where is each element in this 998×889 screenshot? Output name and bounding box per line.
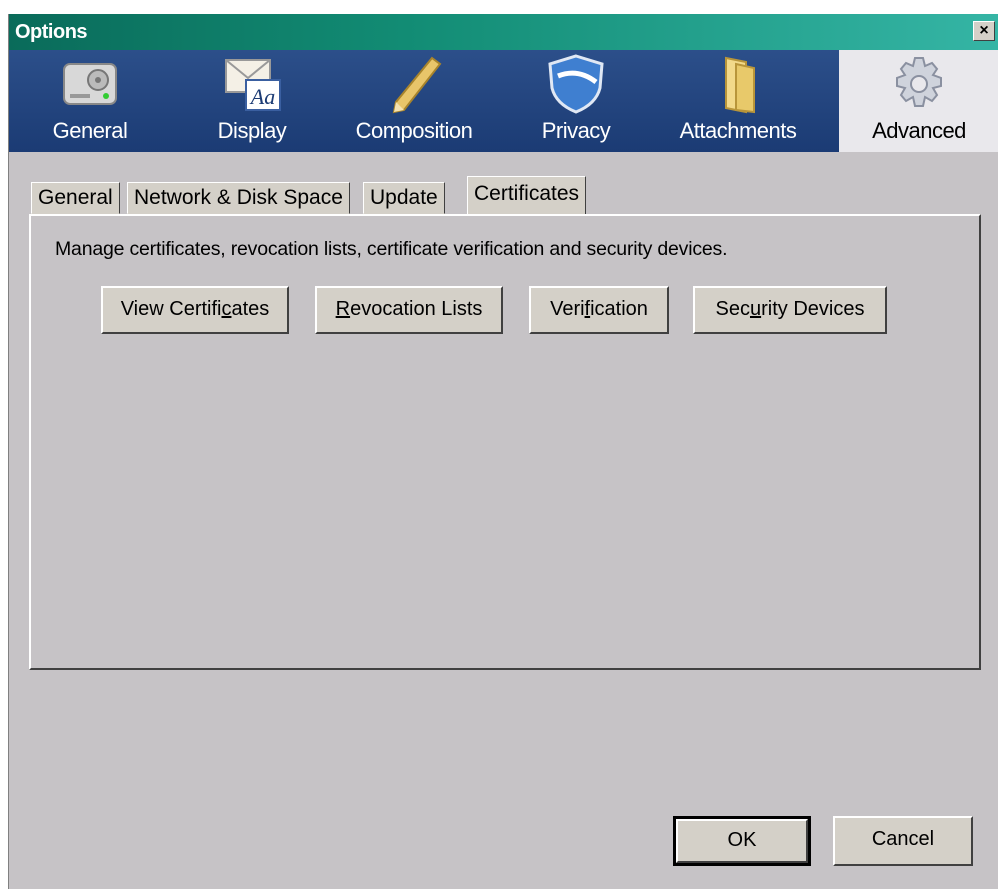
gear-icon — [896, 57, 942, 107]
shield-icon — [548, 54, 604, 114]
security-devices-accel: u — [749, 298, 762, 320]
toolbar-composition-button[interactable]: Composition — [333, 50, 495, 152]
security-devices-label-post: rity Devices — [761, 298, 865, 320]
options-window: Options × General Aa Display Composition… — [8, 14, 998, 889]
tab-certificates[interactable]: Certificates — [467, 176, 587, 216]
view-certificates-button[interactable]: View Certificates — [101, 286, 289, 334]
folder-icon — [725, 56, 755, 114]
toolbar-general-label: General — [52, 118, 128, 143]
window-title: Options — [15, 21, 88, 43]
certificates-description: Manage certificates, revocation lists, c… — [55, 238, 728, 260]
ok-button[interactable]: OK — [673, 816, 811, 866]
toolbar-advanced-button[interactable]: Advanced — [839, 50, 998, 152]
toolbar-attachments-label: Attachments — [679, 118, 797, 143]
verification-label-pre: Veri — [550, 298, 585, 320]
toolbar-privacy-label: Privacy — [541, 118, 611, 143]
tab-update[interactable]: Update — [363, 182, 445, 214]
tab-network-disk-space[interactable]: Network & Disk Space — [127, 182, 350, 214]
toolbar-display-button[interactable]: Aa Display — [171, 50, 333, 152]
verification-button[interactable]: Verification — [529, 286, 669, 334]
envelope-font-icon: Aa — [225, 59, 281, 111]
category-toolbar: General Aa Display Composition Privacy A… — [9, 50, 998, 152]
toolbar-privacy-button[interactable]: Privacy — [495, 50, 657, 152]
toolbar-advanced-label: Advanced — [872, 118, 966, 143]
toolbar-display-label: Display — [217, 118, 287, 143]
pencil-icon — [392, 56, 442, 114]
close-button[interactable]: × — [973, 21, 995, 41]
security-devices-label-pre: Sec — [715, 298, 750, 320]
view-certificates-accel: c — [221, 298, 232, 320]
revocation-lists-button[interactable]: Revocation Lists — [315, 286, 503, 334]
verification-label-post: ication — [590, 298, 648, 320]
toolbar-attachments-button[interactable]: Attachments — [657, 50, 819, 152]
security-devices-button[interactable]: Security Devices — [693, 286, 887, 334]
revocation-lists-accel: R — [335, 298, 351, 320]
view-certificates-label-pre: View Certifi — [120, 298, 222, 320]
title-bar[interactable]: Options × — [9, 14, 998, 50]
certificates-panel: Manage certificates, revocation lists, c… — [29, 214, 981, 670]
toolbar-general-button[interactable]: General — [9, 50, 171, 152]
svg-text:Aa: Aa — [249, 84, 275, 109]
revocation-lists-label-post: evocation Lists — [350, 298, 483, 320]
tab-general[interactable]: General — [31, 182, 120, 214]
ok-button-label: OK — [727, 829, 757, 851]
close-icon: × — [979, 22, 989, 39]
toolbar-composition-label: Composition — [355, 118, 473, 143]
hard-drive-icon — [63, 63, 117, 105]
cancel-button[interactable]: Cancel — [833, 816, 973, 866]
view-certificates-label-post: ates — [231, 298, 270, 320]
